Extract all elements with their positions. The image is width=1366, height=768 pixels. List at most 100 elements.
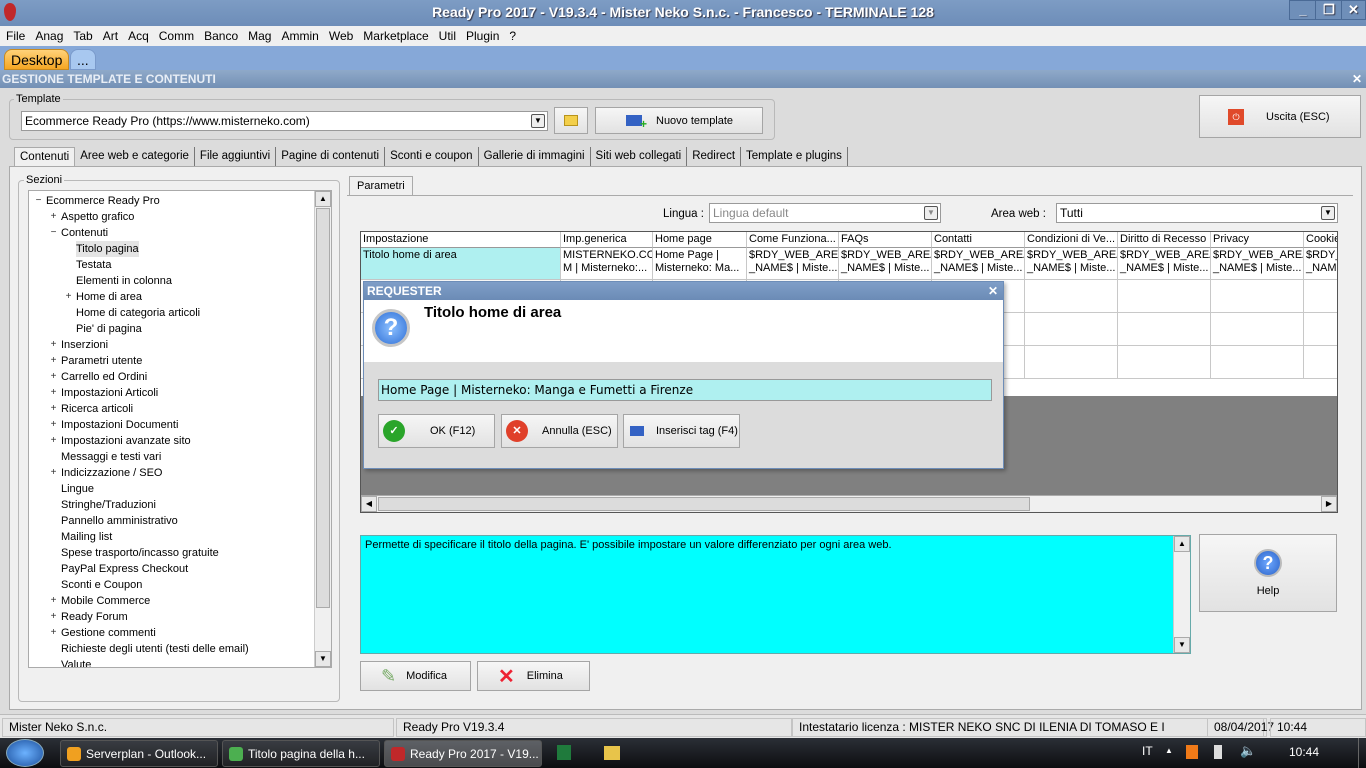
column-header[interactable]: Condizioni di Ve... [1025, 232, 1118, 248]
scroll-down-button[interactable]: ▼ [1174, 637, 1190, 653]
tab-desktop[interactable]: Desktop [4, 49, 70, 70]
tree-item[interactable]: Indicizzazione / SEO [61, 465, 163, 481]
column-header[interactable]: Home page [653, 232, 747, 248]
tree-item[interactable]: Inserzioni [61, 337, 108, 353]
show-desktop-button[interactable] [1358, 738, 1366, 768]
help-button[interactable]: ? Help [1199, 534, 1337, 612]
insert-tag-button[interactable]: Inserisci tag (F4) [623, 414, 740, 448]
tree-item[interactable]: Valute [61, 657, 91, 667]
scroll-right-button[interactable]: ▶ [1321, 496, 1337, 512]
collapse-icon[interactable]: − [34, 196, 43, 206]
clock[interactable]: 10:44 [1289, 745, 1319, 759]
scroll-left-button[interactable]: ◀ [361, 496, 377, 512]
tab-gallerie-di-immagini[interactable]: Gallerie di immagini [479, 147, 591, 167]
tree-item[interactable]: Impostazioni Documenti [61, 417, 178, 433]
tree-item[interactable]: Mobile Commerce [61, 593, 150, 609]
column-header[interactable]: Imp.generica [561, 232, 653, 248]
elimina-button[interactable]: ✕ Elimina [477, 661, 590, 691]
expand-icon[interactable]: + [49, 628, 58, 638]
menu-file[interactable]: File [6, 29, 25, 43]
expand-icon[interactable]: + [49, 612, 58, 622]
tree-item[interactable]: Impostazioni Articoli [61, 385, 158, 401]
grid-empty-cell[interactable] [1211, 346, 1304, 379]
scroll-up-button[interactable]: ▲ [315, 191, 331, 207]
menu-util[interactable]: Util [439, 29, 456, 43]
expand-icon[interactable]: + [49, 372, 58, 382]
grid-cell[interactable]: $RDY_ _NAM [1304, 248, 1337, 280]
tab-template-e-plugins[interactable]: Template e plugins [741, 147, 848, 167]
column-header[interactable]: FAQs [839, 232, 932, 248]
column-header[interactable]: Come Funziona... [747, 232, 839, 248]
avast-icon[interactable] [1186, 745, 1198, 759]
tree-item[interactable]: Aspetto grafico [61, 209, 134, 225]
new-template-button[interactable]: + Nuovo template [595, 107, 763, 134]
grid-empty-cell[interactable] [1304, 313, 1337, 346]
grid-cell[interactable]: Home Page | Misterneko: Ma... [653, 248, 747, 280]
menu-ammin[interactable]: Ammin [281, 29, 318, 43]
tree-item[interactable]: Richieste degli utenti (testi delle emai… [61, 641, 249, 657]
menu-help[interactable]: ? [509, 29, 516, 43]
menu-marketplace[interactable]: Marketplace [363, 29, 428, 43]
tab-parametri[interactable]: Parametri [349, 176, 413, 196]
grid-cell[interactable]: Titolo home di area [361, 248, 561, 280]
tree-item[interactable]: Parametri utente [61, 353, 142, 369]
tree-item[interactable]: Sconti e Coupon [61, 577, 142, 593]
grid-cell[interactable]: $RDY_WEB_AREA _NAME$ | Miste... [1118, 248, 1211, 280]
tab-aree-web-e-categorie[interactable]: Aree web e categorie [75, 147, 195, 167]
volume-icon[interactable]: 🔈 [1240, 743, 1256, 759]
tree-item[interactable]: Testata [76, 257, 111, 273]
taskbar-item[interactable]: Ready Pro 2017 - V19... [384, 740, 542, 767]
tree-item[interactable]: Contenuti [61, 225, 108, 241]
minimize-button[interactable]: _ [1289, 0, 1317, 20]
tree-item[interactable]: Carrello ed Ordini [61, 369, 147, 385]
language-indicator[interactable]: IT [1142, 744, 1153, 758]
menu-tab[interactable]: Tab [73, 29, 92, 43]
scroll-thumb[interactable] [378, 497, 1030, 511]
expand-icon[interactable]: + [64, 292, 73, 302]
expand-icon[interactable]: + [49, 596, 58, 606]
grid-empty-cell[interactable] [1211, 280, 1304, 313]
module-close-icon[interactable]: ✕ [1352, 70, 1362, 88]
expand-icon[interactable]: + [49, 436, 58, 446]
menu-comm[interactable]: Comm [159, 29, 194, 43]
grid-empty-cell[interactable] [1211, 313, 1304, 346]
ok-button[interactable]: ✓ OK (F12) [378, 414, 495, 448]
tray-arrow-icon[interactable]: ▲ [1165, 746, 1173, 755]
scroll-down-button[interactable]: ▼ [315, 651, 331, 667]
maximize-button[interactable]: ❐ [1315, 0, 1343, 20]
taskbar-item[interactable]: Serverplan - Outlook... [60, 740, 218, 767]
grid-cell[interactable]: MISTERNEKO.CO M | Misterneko:... [561, 248, 653, 280]
tree-item[interactable]: Pannello amministrativo [61, 513, 178, 529]
tree-scrollbar[interactable]: ▲ ▼ [314, 191, 331, 667]
chevron-down-icon[interactable]: ▼ [1321, 206, 1335, 220]
grid-cell[interactable]: $RDY_WEB_AREA _NAME$ | Miste... [1025, 248, 1118, 280]
menu-mag[interactable]: Mag [248, 29, 271, 43]
grid-empty-cell[interactable] [1304, 280, 1337, 313]
grid-empty-cell[interactable] [1304, 346, 1337, 379]
expand-icon[interactable]: + [49, 340, 58, 350]
open-folder-button[interactable] [554, 107, 588, 134]
column-header[interactable]: Cookie [1304, 232, 1337, 248]
grid-cell[interactable]: $RDY_WEB_AREA _NAME$ | Miste... [747, 248, 839, 280]
power-tray-icon[interactable] [1214, 745, 1222, 759]
excel-icon[interactable] [557, 745, 571, 760]
grid-cell[interactable]: $RDY_WEB_AREA _NAME$ | Miste... [1211, 248, 1304, 280]
close-button[interactable]: ✕ [1341, 0, 1366, 20]
tab-sconti-e-coupon[interactable]: Sconti e coupon [385, 147, 479, 167]
explorer-icon[interactable] [604, 746, 620, 760]
tree-item[interactable]: Pie' di pagina [76, 321, 142, 337]
expand-icon[interactable]: + [49, 404, 58, 414]
area-web-select[interactable]: Tutti ▼ [1056, 203, 1338, 223]
lingua-select[interactable]: Lingua default ▼ [709, 203, 941, 223]
tab-contenuti[interactable]: Contenuti [14, 147, 76, 167]
grid-empty-cell[interactable] [1118, 280, 1211, 313]
tab-pagine-di-contenuti[interactable]: Pagine di contenuti [276, 147, 386, 167]
menu-acq[interactable]: Acq [128, 29, 149, 43]
title-input[interactable] [378, 379, 992, 401]
grid-empty-cell[interactable] [1025, 280, 1118, 313]
scroll-up-button[interactable]: ▲ [1174, 536, 1190, 552]
tab-siti-web-collegati[interactable]: Siti web collegati [591, 147, 688, 167]
expand-icon[interactable]: + [49, 212, 58, 222]
tree-item[interactable]: Home di area [76, 289, 142, 305]
tree-item[interactable]: Mailing list [61, 529, 112, 545]
